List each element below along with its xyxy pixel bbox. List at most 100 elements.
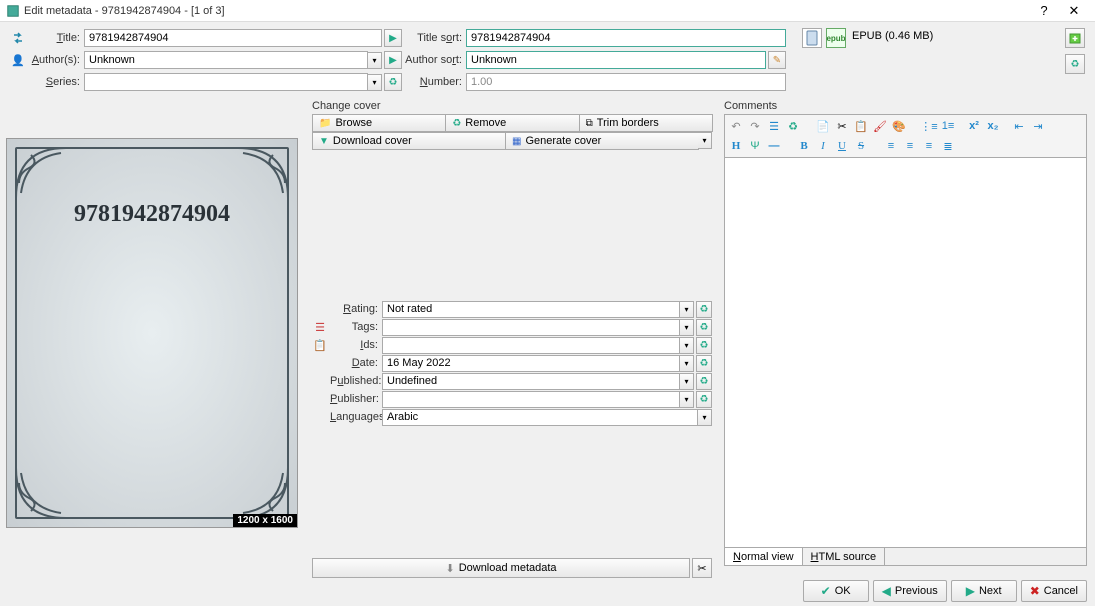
help-button[interactable]: ? xyxy=(1029,3,1059,18)
published-label: Published: xyxy=(330,375,382,387)
rating-label: Rating: xyxy=(330,303,382,315)
tags-reset-button[interactable]: ♻ xyxy=(696,319,712,336)
cut-icon[interactable]: ✂ xyxy=(833,117,851,135)
series-label: Series: xyxy=(28,76,84,88)
copy-icon[interactable]: 📄 xyxy=(814,117,832,135)
align-justify-icon[interactable]: ≣ xyxy=(939,137,957,155)
ids-paste-icon[interactable]: 📋 xyxy=(312,337,328,354)
background-icon[interactable]: 🎨 xyxy=(890,117,908,135)
generate-cover-button[interactable]: ▦Generate cover xyxy=(505,132,699,150)
title-input[interactable] xyxy=(84,29,382,47)
publisher-input[interactable] xyxy=(382,391,680,408)
publisher-reset-button[interactable]: ♻ xyxy=(696,391,712,408)
tags-dropdown[interactable]: ▾ xyxy=(680,319,694,336)
series-dropdown[interactable]: ▾ xyxy=(368,74,382,91)
cover-dimensions: 1200 x 1600 xyxy=(233,514,297,527)
author-sort-input[interactable] xyxy=(466,51,766,69)
align-right-icon[interactable]: ≡ xyxy=(920,137,938,155)
published-reset-button[interactable]: ♻ xyxy=(696,373,712,390)
rating-input[interactable] xyxy=(382,301,680,318)
title-action-button[interactable]: ▶ xyxy=(384,29,402,47)
languages-dropdown[interactable]: ▾ xyxy=(698,409,712,426)
published-input[interactable] xyxy=(382,373,680,390)
ids-dropdown[interactable]: ▾ xyxy=(680,337,694,354)
author-dropdown[interactable]: ▾ xyxy=(368,52,382,69)
series-clear-button[interactable]: ♻ xyxy=(384,73,402,91)
italic-icon[interactable]: I xyxy=(814,137,832,155)
tab-normal-view[interactable]: Normal view xyxy=(725,548,803,565)
ids-label: Ids: xyxy=(330,339,382,351)
heading-icon[interactable]: H xyxy=(727,137,745,155)
download-cover-button[interactable]: ▼Download cover xyxy=(312,132,506,150)
folder-icon: 📁 xyxy=(319,118,331,129)
next-button[interactable]: ▶Next xyxy=(951,580,1017,602)
trim-borders-button[interactable]: ⧉Trim borders xyxy=(579,114,713,132)
generate-cover-dropdown[interactable]: ▾ xyxy=(698,132,712,149)
rating-reset-button[interactable]: ♻ xyxy=(696,301,712,318)
download-icon: ▼ xyxy=(319,136,329,147)
ids-reset-button[interactable]: ♻ xyxy=(696,337,712,354)
ids-input[interactable] xyxy=(382,337,680,354)
tab-html-source[interactable]: HTML source xyxy=(803,548,886,565)
crop-icon: ⧉ xyxy=(586,118,593,129)
date-label: Date: xyxy=(330,357,382,369)
app-icon xyxy=(6,4,20,18)
download-metadata-button[interactable]: ⬇ Download metadata xyxy=(312,558,690,578)
align-left-icon[interactable]: ≡ xyxy=(882,137,900,155)
bold-icon[interactable]: B xyxy=(795,137,813,155)
indent-icon[interactable]: ⇥ xyxy=(1029,117,1047,135)
cancel-button[interactable]: ✖Cancel xyxy=(1021,580,1087,602)
align-center-icon[interactable]: ≡ xyxy=(901,137,919,155)
strike-icon[interactable]: S xyxy=(852,137,870,155)
series-input[interactable] xyxy=(84,73,368,91)
ok-button[interactable]: ✔OK xyxy=(803,580,869,602)
recycle-icon: ♻ xyxy=(452,118,461,129)
color-icon[interactable]: 🖌 xyxy=(871,117,889,135)
cover-image[interactable]: 9781942874904 1200 x 1600 xyxy=(6,138,298,528)
publisher-dropdown[interactable]: ▾ xyxy=(680,391,694,408)
tags-input[interactable] xyxy=(382,319,680,336)
published-dropdown[interactable]: ▾ xyxy=(680,373,694,390)
select-all-icon[interactable]: ☰ xyxy=(765,117,783,135)
date-input[interactable] xyxy=(382,355,680,372)
previous-button[interactable]: ◀Previous xyxy=(873,580,947,602)
author-sort-edit-button[interactable]: ✎ xyxy=(768,51,786,69)
link-icon[interactable]: Ψ xyxy=(746,137,764,155)
author-action-button[interactable]: ▶ xyxy=(384,51,402,69)
date-reset-button[interactable]: ♻ xyxy=(696,355,712,372)
rating-dropdown[interactable]: ▾ xyxy=(680,301,694,318)
undo-icon[interactable]: ↶ xyxy=(727,117,745,135)
title-sort-input[interactable] xyxy=(466,29,786,47)
author-input[interactable] xyxy=(84,51,368,69)
author-icon: 👤 xyxy=(10,52,26,68)
redo-icon[interactable]: ↷ xyxy=(746,117,764,135)
list-number-icon[interactable]: 1≡ xyxy=(939,117,957,135)
title-bar: Edit metadata - 9781942874904 - [1 of 3]… xyxy=(0,0,1095,22)
paste-icon[interactable]: 📋 xyxy=(852,117,870,135)
swap-title-author-icon[interactable] xyxy=(10,30,26,46)
remove-cover-button[interactable]: ♻Remove xyxy=(445,114,579,132)
browse-cover-button[interactable]: 📁Browse xyxy=(312,114,446,132)
date-dropdown[interactable]: ▾ xyxy=(680,355,694,372)
tags-edit-icon[interactable]: ☰ xyxy=(312,319,328,336)
comments-editor[interactable] xyxy=(724,158,1087,548)
outdent-icon[interactable]: ⇤ xyxy=(1010,117,1028,135)
epub-format-icon[interactable]: epub xyxy=(826,28,846,48)
comments-label: Comments xyxy=(724,100,1087,112)
add-format-button[interactable] xyxy=(1065,28,1085,48)
format-label: EPUB (0.46 MB) xyxy=(850,28,1063,48)
hr-icon[interactable]: — xyxy=(765,137,783,155)
number-input[interactable] xyxy=(466,73,786,91)
author-sort-label: Author sort: xyxy=(404,54,466,66)
superscript-icon[interactable]: x² xyxy=(965,117,983,135)
remove-format-icon[interactable]: ♻ xyxy=(784,117,802,135)
underline-icon[interactable]: U xyxy=(833,137,851,155)
recycle-format-button[interactable]: ♻ xyxy=(1065,54,1085,74)
download-metadata-config-button[interactable]: ✂ xyxy=(692,558,712,578)
subscript-icon[interactable]: x₂ xyxy=(984,117,1002,135)
arrow-right-icon: ▶ xyxy=(966,584,975,598)
list-bullet-icon[interactable]: ⋮≡ xyxy=(920,117,938,135)
book-icon[interactable] xyxy=(802,28,822,48)
languages-input[interactable] xyxy=(382,409,698,426)
close-button[interactable]: ✕ xyxy=(1059,3,1089,19)
